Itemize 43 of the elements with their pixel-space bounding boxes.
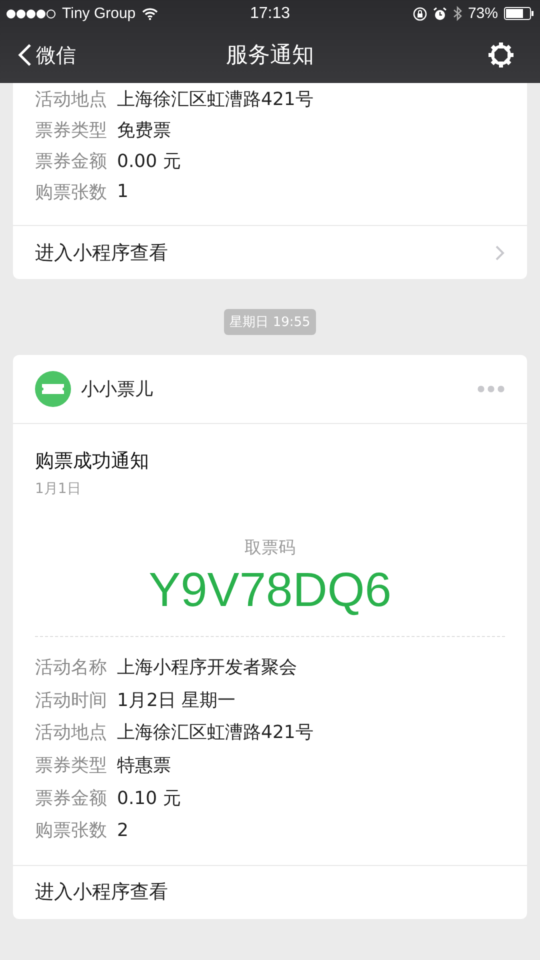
- ticket-icon: [35, 371, 71, 407]
- clock-time: 17:13: [250, 4, 290, 22]
- ticket-code: Y9V78DQ6: [148, 563, 392, 618]
- field-label: 票券金额: [35, 150, 107, 172]
- field-value: 1月2日 星期一: [117, 688, 236, 712]
- signal-icon: [6, 8, 56, 18]
- field-label: 活动时间: [35, 688, 107, 712]
- notice-date: 1月1日: [35, 480, 82, 498]
- field-label: 活动地点: [35, 88, 107, 110]
- field-label: 购票张数: [35, 180, 107, 204]
- field-value: 0.10 元: [117, 786, 181, 810]
- field-value: 免费票: [117, 118, 171, 142]
- rotation-lock-icon: [412, 6, 427, 20]
- carrier-name: Tiny Group: [62, 5, 136, 22]
- page-title: 服务通知: [226, 42, 314, 70]
- back-button[interactable]: 微信: [18, 42, 76, 68]
- bluetooth-icon: [452, 6, 462, 21]
- field-label: 购票张数: [35, 819, 107, 842]
- field-value: 特惠票: [117, 754, 171, 778]
- battery-icon: [504, 7, 534, 20]
- field-label: 票券类型: [35, 754, 107, 778]
- app-name: 小小票儿: [81, 378, 154, 401]
- battery-percent: 73%: [468, 5, 498, 22]
- field-value: 上海小程序开发者聚会: [117, 656, 297, 680]
- field-value: 上海徐汇区虹漕路421号: [117, 88, 314, 110]
- open-mini-program-link[interactable]: 进入小程序查看: [13, 864, 527, 919]
- chevron-right-icon: [495, 244, 505, 260]
- field-label: 票券类型: [35, 118, 107, 142]
- chevron-left-icon: [18, 43, 32, 67]
- notice-title: 购票成功通知: [35, 449, 150, 474]
- timestamp: 星期日 19:55: [224, 309, 316, 335]
- field-value: 2: [117, 820, 128, 841]
- field-value: 0.00 元: [117, 150, 181, 172]
- alarm-icon: [432, 6, 447, 20]
- field-value: 1: [117, 181, 128, 202]
- code-label: 取票码: [244, 537, 296, 559]
- open-mini-program-link[interactable]: 进入小程序查看: [13, 225, 527, 279]
- wifi-icon: [142, 8, 158, 20]
- field-value: 上海徐汇区虹漕路421号: [117, 721, 314, 744]
- field-label: 活动地点: [35, 721, 107, 744]
- settings-icon[interactable]: [488, 42, 514, 68]
- field-label: 票券金额: [35, 786, 107, 810]
- field-label: 活动名称: [35, 656, 107, 680]
